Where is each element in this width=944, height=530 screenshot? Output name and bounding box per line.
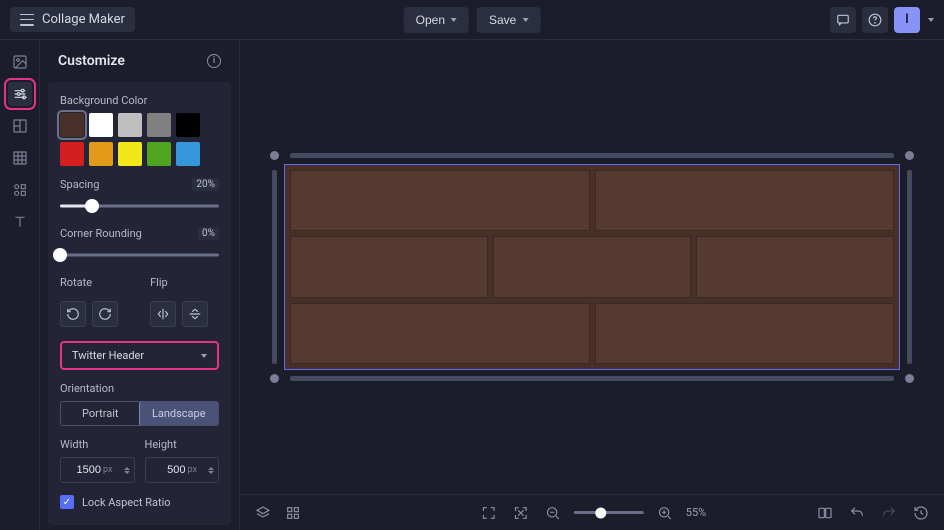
info-icon[interactable]: i: [207, 54, 221, 68]
compare-icon[interactable]: [814, 502, 836, 524]
rotate-ccw-button[interactable]: [60, 301, 86, 327]
collage-wrap: [284, 164, 900, 370]
chat-icon[interactable]: [830, 7, 856, 33]
sidebar-layout-icon[interactable]: [8, 114, 32, 138]
rotate-label: Rotate: [60, 276, 92, 289]
swatch-green[interactable]: [147, 142, 171, 166]
open-button[interactable]: Open: [404, 7, 469, 33]
width-label: Width: [60, 438, 88, 451]
canvas-area[interactable]: [240, 40, 944, 494]
handle-se[interactable]: [905, 374, 914, 383]
height-label: Height: [145, 438, 177, 451]
width-field[interactable]: [69, 464, 101, 476]
zoom-out-icon[interactable]: [542, 502, 564, 524]
ruler-bottom[interactable]: [290, 376, 894, 381]
chevron-down-icon: [201, 354, 207, 358]
swatch-light-gray[interactable]: [118, 113, 142, 137]
collage-canvas[interactable]: [284, 164, 900, 370]
flip-horizontal-button[interactable]: [150, 301, 176, 327]
spacing-label: Spacing: [60, 178, 99, 191]
swatch-yellow[interactable]: [118, 142, 142, 166]
flip-label: Flip: [150, 276, 168, 289]
app-title-text: Collage Maker: [42, 12, 125, 27]
bottombar: 55%: [240, 494, 944, 530]
grid-icon[interactable]: [282, 502, 304, 524]
layers-icon[interactable]: [252, 502, 274, 524]
sidebar-image-icon[interactable]: [8, 50, 32, 74]
orientation-toggle: Portrait Landscape: [60, 401, 219, 426]
width-input[interactable]: px: [60, 457, 135, 483]
swatch-red[interactable]: [60, 142, 84, 166]
chevron-down-icon: [451, 18, 457, 22]
height-field[interactable]: [154, 464, 186, 476]
bg-swatches: [60, 113, 219, 166]
swatch-black[interactable]: [176, 113, 200, 137]
fullscreen-icon[interactable]: [478, 502, 500, 524]
flip-vertical-button[interactable]: [182, 301, 208, 327]
rotate-cw-button[interactable]: [92, 301, 118, 327]
portrait-button[interactable]: Portrait: [61, 402, 140, 425]
topbar: Collage Maker Open Save I: [0, 0, 944, 40]
panel-header: Customize i: [40, 53, 239, 82]
sidebar-shapes-icon[interactable]: [8, 178, 32, 202]
width-stepper[interactable]: [124, 467, 130, 474]
collage-cell[interactable]: [290, 303, 590, 364]
topbar-center: Open Save: [404, 7, 541, 33]
collage-cell[interactable]: [696, 236, 894, 297]
chevron-down-icon[interactable]: [928, 18, 934, 22]
swatch-orange[interactable]: [89, 142, 113, 166]
collage-cell[interactable]: [290, 170, 590, 231]
rounding-label: Corner Rounding: [60, 227, 142, 240]
redo-icon[interactable]: [878, 502, 900, 524]
rounding-slider[interactable]: [60, 246, 219, 264]
ruler-left[interactable]: [272, 170, 277, 364]
undo-icon[interactable]: [846, 502, 868, 524]
collage-cell[interactable]: [595, 170, 895, 231]
spacing-value: 20%: [192, 178, 219, 191]
sidebar-customize-icon[interactable]: [8, 82, 32, 106]
panel-body: Background Color Spacing 20%: [48, 82, 231, 525]
avatar[interactable]: I: [894, 7, 920, 33]
topbar-right: I: [830, 7, 934, 33]
orientation-label: Orientation: [60, 382, 114, 395]
lock-aspect-checkbox[interactable]: ✓: [60, 495, 74, 509]
swatch-gray[interactable]: [147, 113, 171, 137]
panel-title: Customize: [58, 53, 125, 69]
help-icon[interactable]: [862, 7, 888, 33]
swatch-brown[interactable]: [60, 113, 84, 137]
leftbar: [0, 40, 40, 530]
height-stepper[interactable]: [208, 467, 214, 474]
sidebar-text-icon[interactable]: [8, 210, 32, 234]
save-button[interactable]: Save: [477, 7, 540, 33]
handle-sw[interactable]: [270, 374, 279, 383]
rounding-value: 0%: [198, 227, 219, 240]
history-icon[interactable]: [910, 502, 932, 524]
handle-nw[interactable]: [270, 151, 279, 160]
zoom-value: 55%: [686, 506, 706, 519]
collage-cell[interactable]: [493, 236, 691, 297]
swatch-blue[interactable]: [176, 142, 200, 166]
customize-panel: Customize i Background Color Spacing 20%: [40, 40, 240, 530]
height-input[interactable]: px: [145, 457, 220, 483]
chevron-down-icon: [522, 18, 528, 22]
landscape-button[interactable]: Landscape: [139, 401, 220, 426]
lock-aspect-label: Lock Aspect Ratio: [82, 496, 171, 509]
menu-icon[interactable]: [20, 14, 34, 26]
collage-cell[interactable]: [595, 303, 895, 364]
handle-ne[interactable]: [905, 151, 914, 160]
preset-value: Twitter Header: [72, 349, 144, 362]
zoom-slider[interactable]: [574, 511, 644, 514]
ruler-right[interactable]: [907, 170, 912, 364]
spacing-slider[interactable]: [60, 197, 219, 215]
swatch-white[interactable]: [89, 113, 113, 137]
ruler-top[interactable]: [290, 153, 894, 158]
zoom-in-icon[interactable]: [654, 502, 676, 524]
sidebar-grid-icon[interactable]: [8, 146, 32, 170]
preset-dropdown[interactable]: Twitter Header: [60, 341, 219, 370]
app-title[interactable]: Collage Maker: [10, 7, 135, 32]
bg-color-label: Background Color: [60, 94, 219, 107]
collage-cell[interactable]: [290, 236, 488, 297]
fit-icon[interactable]: [510, 502, 532, 524]
